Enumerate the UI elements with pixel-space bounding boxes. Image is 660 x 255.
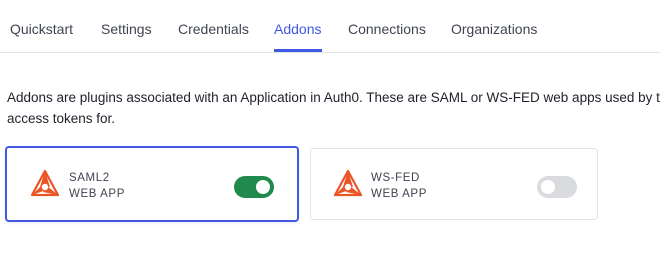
addon-name-line-2: WEB APP (69, 188, 125, 200)
tab-quickstart[interactable]: Quickstart (10, 19, 73, 39)
toggle-knob (541, 180, 555, 194)
wsfed-toggle[interactable] (537, 176, 577, 198)
auth0-logo-icon (333, 169, 363, 197)
tab-connections[interactable]: Connections (348, 19, 426, 39)
description-line-2: access tokens for. (7, 111, 116, 126)
active-tab-indicator (274, 49, 322, 52)
description-line-1: Addons are plugins associated with an Ap… (7, 90, 660, 105)
addon-name: SAML2 WEB APP (69, 170, 125, 202)
tab-organizations[interactable]: Organizations (451, 19, 537, 39)
addon-name-line-2: WEB APP (371, 188, 427, 200)
addon-name-line-1: WS-FED (371, 172, 420, 184)
tab-credentials[interactable]: Credentials (178, 19, 249, 39)
addons-description: Addons are plugins associated with an Ap… (7, 87, 660, 129)
tab-settings[interactable]: Settings (101, 19, 152, 39)
auth0-logo-icon (30, 169, 60, 197)
tab-bar: Quickstart Settings Credentials Addons C… (0, 0, 660, 53)
application-addons-page: Quickstart Settings Credentials Addons C… (0, 0, 660, 255)
toggle-knob (256, 180, 270, 194)
saml2-toggle[interactable] (234, 176, 274, 198)
tab-addons[interactable]: Addons (274, 19, 321, 39)
addon-name-line-1: SAML2 (69, 172, 110, 184)
addon-card-wsfed[interactable]: WS-FED WEB APP (310, 148, 598, 220)
addon-name: WS-FED WEB APP (371, 170, 427, 202)
addon-card-saml2[interactable]: SAML2 WEB APP (5, 146, 299, 222)
